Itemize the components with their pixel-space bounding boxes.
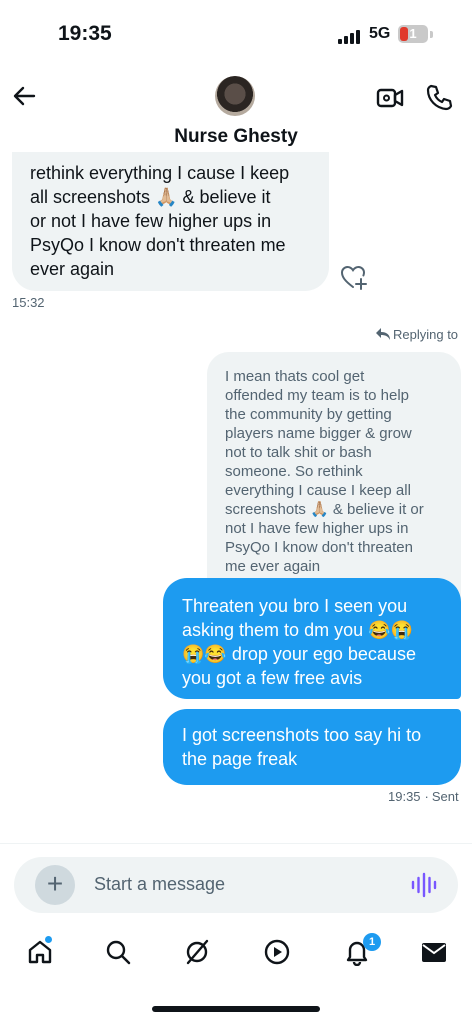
quoted-message[interactable]: I mean thats cool get offended my team i…	[207, 352, 461, 602]
video-play-icon[interactable]	[263, 938, 291, 966]
incoming-message-text: rethink everything I cause I keep all sc…	[30, 163, 290, 279]
battery-level: 1	[409, 26, 417, 41]
home-indicator	[152, 1006, 320, 1012]
reply-arrow-icon	[376, 328, 390, 340]
notification-badge: 1	[363, 933, 381, 951]
outgoing-message-text: Threaten you bro I seen you asking them …	[182, 596, 416, 688]
message-status: Sent	[431, 789, 459, 804]
conversation-header: Nurse Ghesty	[0, 60, 472, 158]
replying-to-label: Replying to	[393, 327, 459, 342]
outgoing-meta: 19:35 · Sent	[388, 789, 459, 804]
status-bar: 19:35 5G 1	[0, 0, 472, 60]
heart-plus-icon[interactable]	[339, 263, 369, 291]
outgoing-message-text: I got screenshots too say hi to the page…	[182, 725, 422, 769]
incoming-message-bubble[interactable]: rethink everything I cause I keep all sc…	[12, 152, 329, 291]
phone-icon[interactable]	[424, 82, 454, 112]
tab-bar: 1	[0, 928, 472, 976]
video-camera-icon[interactable]	[374, 82, 406, 114]
search-icon[interactable]	[104, 938, 132, 966]
signal-icon	[338, 28, 364, 44]
contact-name[interactable]: Nurse Ghesty	[0, 126, 472, 148]
plus-icon[interactable]: +	[35, 865, 75, 905]
outgoing-message-bubble[interactable]: Threaten you bro I seen you asking them …	[163, 578, 461, 699]
quoted-message-text: I mean thats cool get offended my team i…	[225, 368, 424, 575]
outgoing-timestamp: 19:35	[388, 789, 421, 804]
messages-icon[interactable]	[420, 938, 448, 966]
home-new-dot	[45, 936, 52, 943]
outgoing-message-bubble[interactable]: I got screenshots too say hi to the page…	[163, 709, 461, 785]
network-type: 5G	[369, 25, 391, 42]
battery-icon: 1	[398, 25, 428, 43]
message-input[interactable]: Start a message	[94, 874, 225, 895]
voice-waveform-icon[interactable]	[410, 872, 438, 898]
avatar[interactable]	[215, 76, 255, 116]
status-time: 19:35	[58, 22, 112, 45]
divider	[0, 843, 472, 844]
incoming-timestamp: 15:32	[12, 295, 45, 310]
arrow-left-icon[interactable]	[8, 80, 40, 112]
message-composer[interactable]: + Start a message	[14, 857, 458, 913]
grok-icon[interactable]	[183, 938, 211, 966]
